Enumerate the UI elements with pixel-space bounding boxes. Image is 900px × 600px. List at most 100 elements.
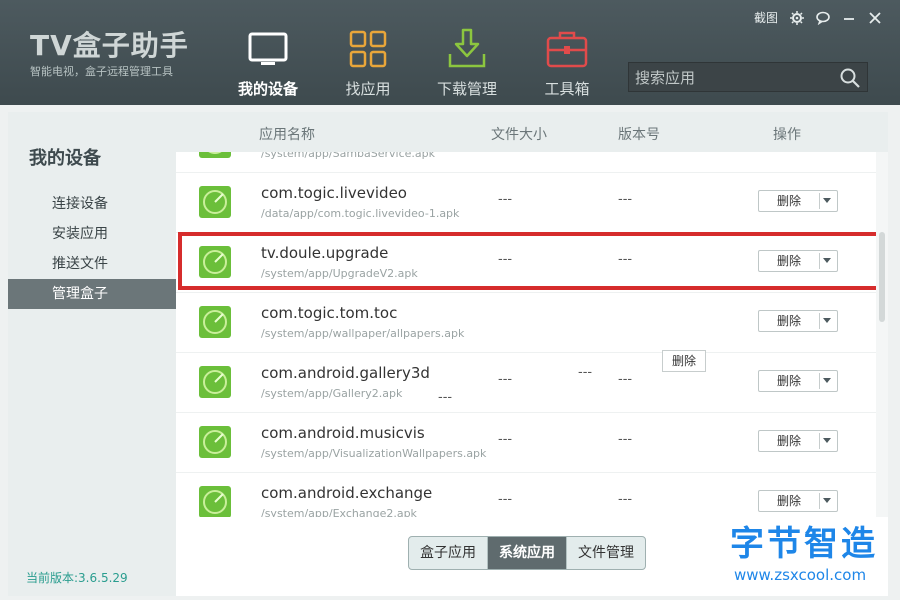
- button-divider: [819, 373, 820, 389]
- header-bar: TV盒子助手 智能电视，盒子远程管理工具 我的设备 找应用 下载管理 工具箱 截…: [0, 0, 900, 105]
- table-row[interactable]: com.togic.tom.toc /system/app/wallpaper/…: [176, 292, 876, 353]
- settings-button[interactable]: [784, 8, 810, 28]
- android-app-icon: [199, 366, 231, 398]
- tv-icon: [248, 32, 288, 65]
- tab-file-manager[interactable]: 文件管理: [567, 537, 645, 569]
- nav-download-manager[interactable]: 下载管理: [423, 26, 511, 98]
- close-button[interactable]: [862, 8, 888, 28]
- watermark-title: 字节智造: [730, 524, 878, 564]
- app-window: TV盒子助手 智能电视，盒子远程管理工具 我的设备 找应用 下载管理 工具箱 截…: [0, 0, 900, 600]
- file-size: ---: [498, 492, 513, 507]
- list-scrollbar[interactable]: [876, 152, 888, 517]
- minimize-button[interactable]: [836, 8, 862, 28]
- table-row[interactable]: /system/app/SambaService.apk: [176, 152, 876, 173]
- feedback-button[interactable]: [810, 8, 836, 28]
- search-input[interactable]: [629, 63, 837, 93]
- app-subtitle: 智能电视，盒子远程管理工具: [30, 65, 173, 78]
- table-header: 应用名称 文件大小 版本号 操作: [176, 112, 888, 152]
- app-logo: TV盒子助手: [30, 29, 189, 62]
- table-row[interactable]: com.android.gallery3d /system/app/Galler…: [176, 352, 876, 413]
- version-label: 当前版本:3.6.5.29: [26, 571, 128, 585]
- column-header-version: 版本号: [618, 127, 660, 143]
- minimize-icon: [844, 18, 854, 20]
- delete-button[interactable]: 删除: [758, 370, 838, 392]
- android-app-icon: [199, 486, 231, 517]
- file-size: ---: [498, 372, 513, 387]
- delete-button[interactable]: 删除: [758, 490, 838, 512]
- file-size: ---: [498, 432, 513, 447]
- app-name: com.android.exchange: [261, 484, 433, 502]
- watermark-url: www.zsxcool.com: [734, 566, 867, 584]
- nav-label: 工具箱: [544, 80, 590, 98]
- tab-system-apps[interactable]: 系统应用: [488, 537, 567, 569]
- app-path: /system/app/SambaService.apk: [261, 152, 435, 160]
- version-number: ---: [618, 492, 633, 507]
- chevron-down-icon[interactable]: [823, 318, 831, 323]
- delete-button[interactable]: 删除: [758, 310, 838, 332]
- search-icon[interactable]: [839, 67, 861, 89]
- table-row[interactable]: com.togic.livevideo /data/app/com.togic.…: [176, 172, 876, 233]
- delete-button[interactable]: 删除: [758, 190, 838, 212]
- app-list: /system/app/SambaService.apk com.togic.l…: [176, 152, 888, 517]
- delete-label: 删除: [776, 314, 801, 328]
- nav-label: 下载管理: [436, 80, 497, 98]
- chat-icon: [816, 11, 830, 25]
- android-app-icon: [199, 186, 231, 218]
- nav-label: 我的设备: [237, 80, 298, 98]
- chevron-down-icon[interactable]: [823, 378, 831, 383]
- button-divider: [819, 433, 820, 449]
- table-row[interactable]: com.android.exchange /system/app/Exchang…: [176, 472, 876, 517]
- nav-find-apps[interactable]: 找应用: [324, 26, 412, 98]
- chevron-down-icon[interactable]: [823, 198, 831, 203]
- app-path: /system/app/wallpaper/allpapers.apk: [261, 327, 465, 340]
- android-app-icon: [199, 152, 231, 158]
- grid-icon: [349, 30, 387, 68]
- app-path: /system/app/Exchange2.apk: [261, 507, 417, 517]
- app-path: /system/app/VisualizationWallpapers.apk: [261, 447, 487, 460]
- column-header-name: 应用名称: [259, 127, 315, 143]
- ghost-version-number: ---: [438, 390, 453, 405]
- app-type-tabs: 盒子应用 系统应用 文件管理: [408, 536, 646, 570]
- table-row[interactable]: com.android.musicvis /system/app/Visuali…: [176, 412, 876, 473]
- delete-label: 删除: [776, 434, 801, 448]
- toolbox-icon: [546, 31, 588, 68]
- tab-box-apps[interactable]: 盒子应用: [409, 537, 488, 569]
- column-header-action: 操作: [773, 127, 801, 143]
- scrollbar-thumb[interactable]: [879, 232, 885, 322]
- screenshot-button[interactable]: 截图: [748, 8, 784, 28]
- watermark: 字节智造 www.zsxcool.com: [728, 516, 898, 596]
- sidebar-item-manage-box[interactable]: 管理盒子: [8, 279, 176, 309]
- version-number: ---: [618, 372, 633, 387]
- sidebar-item-push-file[interactable]: 推送文件: [8, 249, 176, 279]
- button-divider: [819, 313, 820, 329]
- version-number: ---: [618, 192, 633, 207]
- button-divider: [819, 193, 820, 209]
- delete-button[interactable]: 删除: [758, 430, 838, 452]
- app-path: /data/app/com.togic.livevideo-1.apk: [261, 207, 460, 220]
- android-app-icon: [199, 306, 231, 338]
- selection-highlight: [178, 232, 880, 290]
- ghost-file-size: ---: [578, 365, 593, 380]
- ghost-delete-button[interactable]: 删除: [662, 350, 706, 372]
- delete-label: 删除: [776, 194, 801, 208]
- version-number: ---: [618, 432, 633, 447]
- column-header-size: 文件大小: [491, 127, 547, 143]
- file-size: ---: [498, 192, 513, 207]
- sidebar-item-install-app[interactable]: 安装应用: [8, 219, 176, 249]
- chevron-down-icon[interactable]: [823, 438, 831, 443]
- gear-icon: [790, 11, 804, 25]
- app-path: /system/app/Gallery2.apk: [261, 387, 403, 400]
- nav-my-devices[interactable]: 我的设备: [224, 26, 312, 98]
- search-box: [628, 62, 868, 93]
- download-icon: [448, 28, 486, 68]
- delete-label: 删除: [776, 374, 801, 388]
- sidebar: 我的设备 连接设备 安装应用 推送文件 管理盒子: [8, 112, 176, 596]
- sidebar-item-connect-device[interactable]: 连接设备: [8, 189, 176, 219]
- nav-toolbox[interactable]: 工具箱: [523, 26, 611, 98]
- close-icon: [869, 12, 881, 24]
- chevron-down-icon[interactable]: [823, 498, 831, 503]
- app-name: com.togic.livevideo: [261, 184, 407, 202]
- nav-label: 找应用: [345, 80, 391, 98]
- sidebar-title: 我的设备: [29, 148, 101, 169]
- app-name: com.android.gallery3d: [261, 364, 430, 382]
